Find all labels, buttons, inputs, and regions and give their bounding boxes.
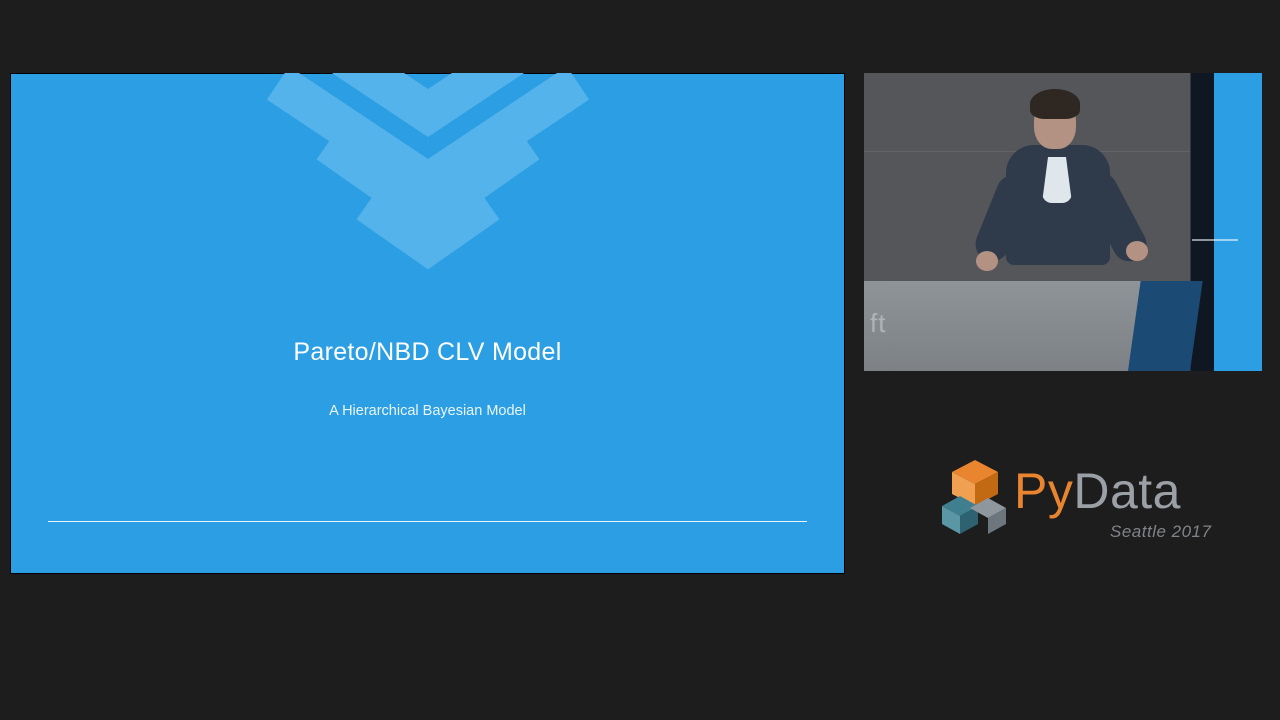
slide-subtitle: A Hierarchical Bayesian Model xyxy=(10,403,845,419)
pydata-subtitle: Seattle 2017 xyxy=(1110,522,1211,542)
speaker-video-panel: ft xyxy=(864,73,1262,371)
podium-side xyxy=(1128,281,1203,371)
slide-divider xyxy=(48,521,807,522)
pydata-word-py: Py xyxy=(1014,463,1073,519)
slide-pattern-chevrons xyxy=(218,73,638,278)
speaker-figure xyxy=(984,91,1124,311)
slide-title: Pareto/NBD CLV Model xyxy=(10,338,845,367)
pydata-logo: PyData Seattle 2017 xyxy=(926,444,1226,554)
pydata-wordmark: PyData xyxy=(1014,466,1181,516)
screen-glint xyxy=(1192,239,1238,241)
podium-logo-fragment: ft xyxy=(870,308,886,339)
pydata-mark-icon xyxy=(940,460,1010,538)
pydata-word-data: Data xyxy=(1073,463,1181,519)
presentation-slide: Pareto/NBD CLV Model A Hierarchical Baye… xyxy=(10,73,845,574)
